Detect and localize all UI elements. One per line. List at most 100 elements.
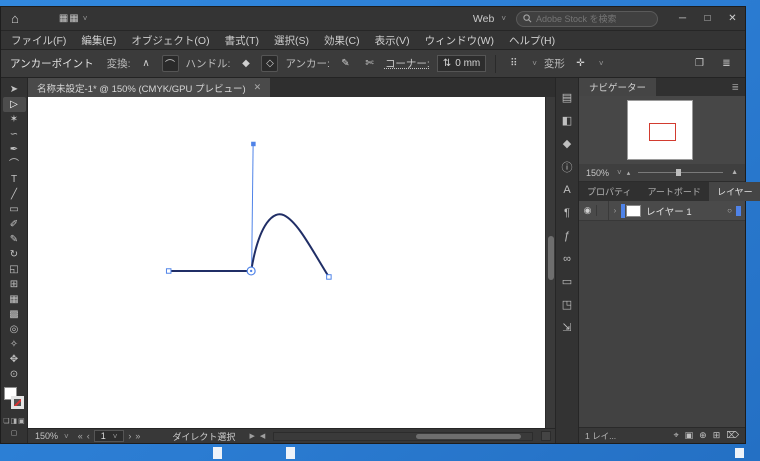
chevron-down-icon[interactable]: ˅ (617, 168, 622, 177)
color-panel-icon[interactable]: ◧ (556, 109, 578, 132)
document-setup-icon[interactable]: ❐ (691, 55, 708, 72)
target-circle-icon[interactable]: ○ (727, 206, 732, 215)
draw-normal-icon[interactable]: ❏ (3, 417, 9, 425)
navigator-tab[interactable]: ナビゲーター (579, 78, 656, 96)
selection-tool[interactable]: ➤ (3, 82, 26, 97)
info-panel-icon[interactable]: ⓘ (556, 155, 578, 178)
stepper-arrows-icon[interactable]: ⇅ (443, 58, 451, 69)
path-segment-curve[interactable] (251, 214, 329, 277)
menu-window[interactable]: ウィンドウ(W) (425, 33, 494, 48)
asset-export-panel-icon[interactable]: ◳ (556, 293, 578, 316)
workspace-switcher[interactable]: Web ˅ (473, 13, 506, 25)
menu-type[interactable]: 書式(T) (225, 33, 259, 48)
zoom-in-mountain-icon[interactable]: ▲ (731, 169, 738, 176)
layer-row[interactable]: ◉ › レイヤー 1 ○ (579, 201, 745, 221)
expand-chevron-icon[interactable]: › (609, 206, 621, 215)
screen-mode-icon[interactable]: ▢ (11, 429, 18, 437)
anchor-point-right[interactable] (327, 275, 331, 279)
stock-search[interactable] (516, 11, 658, 27)
rotate-tool[interactable]: ↻ (3, 247, 26, 262)
last-artboard-icon[interactable]: » (135, 431, 140, 441)
anchor-point-left[interactable] (166, 269, 170, 273)
corner-link[interactable]: コーナー: (385, 56, 430, 71)
opentype-panel-icon[interactable]: ƒ (556, 224, 578, 247)
menu-view[interactable]: 表示(V) (375, 33, 410, 48)
remove-anchor-icon[interactable]: ✎ (337, 55, 354, 72)
document-tab[interactable]: 名称未設定-1* @ 150% (CMYK/GPU プレビュー) ✕ (28, 78, 270, 97)
prev-artboard-icon[interactable]: ‹ (87, 431, 90, 441)
new-sublayer-icon[interactable]: ⊕ (699, 430, 707, 441)
menu-help[interactable]: ヘルプ(H) (509, 33, 555, 48)
convert-corner-icon[interactable]: ∧ (138, 55, 155, 72)
search-input[interactable] (536, 14, 646, 24)
pencil-tool[interactable]: ✎ (3, 232, 26, 247)
tab-properties[interactable]: プロパティ (579, 182, 639, 201)
draw-behind-icon[interactable]: ◨ (11, 417, 18, 425)
clipping-mask-icon[interactable]: ▣ (685, 430, 694, 441)
constrain-icon[interactable]: ✛ (572, 55, 589, 72)
zoom-slider-knob[interactable] (676, 169, 681, 176)
pen-tool[interactable]: ✒ (3, 142, 26, 157)
paintbrush-tool[interactable]: ✐ (3, 217, 26, 232)
stroke-swatch[interactable] (11, 396, 24, 409)
menu-select[interactable]: 選択(S) (274, 33, 309, 48)
panel-menu-icon[interactable]: ≣ (731, 82, 739, 93)
draw-inside-icon[interactable]: ▣ (18, 417, 25, 425)
arrow-left-icon[interactable]: ◀ (260, 432, 265, 440)
first-artboard-icon[interactable]: « (78, 431, 83, 441)
handle-endpoint[interactable] (251, 142, 255, 146)
artboards-panel-icon[interactable]: ▭ (556, 270, 578, 293)
menu-file[interactable]: ファイル(F) (11, 33, 66, 48)
libraries-panel-icon[interactable]: ▤ (556, 86, 578, 109)
taskbar-icon[interactable] (213, 447, 222, 459)
home-icon[interactable]: ⌂ (11, 11, 19, 26)
align-grid-icon[interactable]: ⠿ (505, 55, 522, 72)
convert-smooth-icon[interactable]: ⌒ (162, 55, 179, 72)
tab-close-icon[interactable]: ✕ (254, 82, 262, 93)
line-segment-tool[interactable]: ╱ (3, 187, 26, 202)
taskbar-tray-icon[interactable] (735, 448, 744, 458)
menu-edit[interactable]: 編集(E) (81, 33, 116, 48)
corner-radius-stepper[interactable]: ⇅ 0 mm (437, 55, 486, 72)
zoom-control[interactable]: 150% ˅ (32, 431, 72, 441)
links-panel-icon[interactable]: ∞ (556, 247, 578, 270)
tab-artboards[interactable]: アートボード (639, 182, 708, 201)
navigator-preview[interactable] (579, 96, 745, 164)
next-artboard-icon[interactable]: › (128, 431, 131, 441)
taskbar-icon[interactable] (286, 447, 295, 459)
character-panel-icon[interactable]: A (556, 178, 578, 201)
paragraph-panel-icon[interactable]: ¶ (556, 201, 578, 224)
layer-thumbnail[interactable] (626, 205, 641, 217)
navigator-zoom-slider[interactable] (638, 172, 723, 173)
panel-menu-icon[interactable]: ≣ (718, 55, 735, 72)
vertical-scrollbar[interactable] (545, 97, 555, 428)
hide-handles-icon[interactable]: ◇ (261, 55, 278, 72)
app-switcher-icon[interactable]: ▦▦ (59, 13, 80, 24)
minimize-button[interactable]: ─ (670, 7, 695, 30)
lock-column[interactable] (597, 201, 609, 220)
horizontal-scrollbar-thumb[interactable] (416, 434, 521, 439)
menu-effect[interactable]: 効果(C) (324, 33, 360, 48)
eyedropper-tool[interactable]: ✧ (3, 337, 26, 352)
transform-label[interactable]: 変形 (544, 56, 565, 71)
fill-stroke-swatches[interactable] (3, 387, 26, 413)
cut-path-icon[interactable]: ✄ (361, 55, 378, 72)
chevron-down-icon[interactable]: ˅ (532, 59, 537, 68)
show-handles-icon[interactable]: ◆ (237, 55, 254, 72)
horizontal-scrollbar[interactable] (273, 432, 533, 441)
chevron-down-icon[interactable]: ˅ (599, 59, 604, 68)
curvature-tool[interactable]: ⌒ (3, 157, 26, 172)
maximize-button[interactable]: □ (695, 7, 720, 30)
vertical-scrollbar-thumb[interactable] (548, 236, 554, 280)
hand-tool[interactable]: ✥ (3, 352, 26, 367)
taskbar[interactable] (0, 444, 760, 461)
close-button[interactable]: ✕ (720, 7, 745, 30)
navigator-view-rectangle[interactable] (649, 123, 676, 141)
color-guide-panel-icon[interactable]: ◆ (556, 132, 578, 155)
chevron-down-icon[interactable]: ˅ (83, 14, 88, 23)
arrow-right-icon[interactable]: ▶ (249, 432, 254, 440)
bezier-handle-line[interactable] (252, 144, 253, 271)
gradient-tool[interactable]: ▩ (3, 307, 26, 322)
locate-object-icon[interactable]: ⌖ (674, 430, 679, 441)
layer-name[interactable]: レイヤー 1 (646, 204, 727, 218)
